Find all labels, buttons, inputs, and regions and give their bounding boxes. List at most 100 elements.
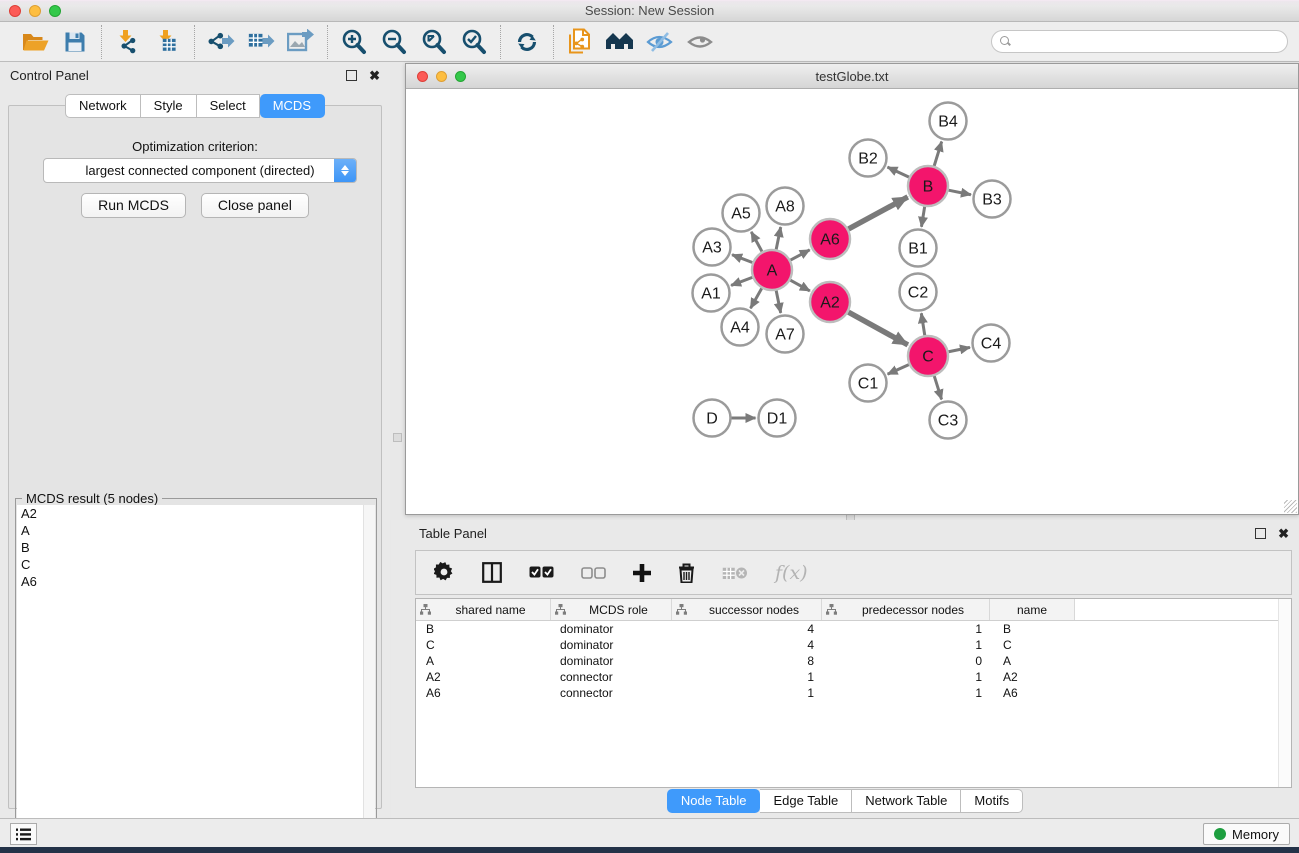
delete-column-button[interactable]: [678, 563, 695, 583]
cell-predecessor-nodes[interactable]: 1: [822, 622, 990, 636]
cell-successor-nodes[interactable]: 4: [672, 622, 822, 636]
cell-predecessor-nodes[interactable]: 1: [822, 638, 990, 652]
node-A7[interactable]: A7: [767, 316, 804, 353]
node-C3[interactable]: C3: [930, 402, 967, 439]
open-session-button[interactable]: [18, 26, 52, 58]
mcds-result-item[interactable]: C: [17, 556, 375, 573]
close-panel-icon[interactable]: ✖: [369, 69, 380, 82]
home-button[interactable]: [603, 26, 637, 58]
cell-MCDS-role[interactable]: dominator: [551, 638, 672, 652]
tab-motifs[interactable]: Motifs: [961, 789, 1023, 813]
edge-A-A3[interactable]: [732, 255, 752, 263]
cell-shared-name[interactable]: B: [416, 622, 551, 636]
memory-button[interactable]: Memory: [1203, 823, 1290, 845]
node-B[interactable]: B: [908, 166, 948, 206]
add-column-button[interactable]: [633, 564, 651, 582]
node-B3[interactable]: B3: [974, 181, 1011, 218]
table-row[interactable]: A6connector11A6: [416, 685, 1291, 701]
run-mcds-button[interactable]: Run MCDS: [81, 193, 186, 218]
tab-select[interactable]: Select: [197, 94, 260, 118]
network-minimize-button[interactable]: [436, 71, 447, 82]
cell-name[interactable]: A2: [990, 670, 1075, 684]
node-A5[interactable]: A5: [723, 195, 760, 232]
clone-network-button[interactable]: [563, 26, 597, 58]
edge-A-A4[interactable]: [751, 288, 762, 308]
cell-name[interactable]: A6: [990, 686, 1075, 700]
network-window-titlebar[interactable]: testGlobe.txt: [406, 64, 1298, 89]
edge-A-A1[interactable]: [731, 277, 752, 285]
cell-MCDS-role[interactable]: dominator: [551, 622, 672, 636]
network-close-button[interactable]: [417, 71, 428, 82]
edge-B-B2[interactable]: [887, 167, 908, 177]
table-row[interactable]: Adominator80A: [416, 653, 1291, 669]
edge-B-B3[interactable]: [949, 190, 971, 195]
node-D[interactable]: D: [694, 400, 731, 437]
edge-A2-C[interactable]: [848, 312, 907, 345]
select-all-button[interactable]: [529, 566, 554, 579]
zoom-in-button[interactable]: [337, 26, 371, 58]
import-network-button[interactable]: [111, 26, 145, 58]
edge-A-A6[interactable]: [791, 250, 810, 260]
tab-node-table[interactable]: Node Table: [667, 789, 761, 813]
cell-successor-nodes[interactable]: 1: [672, 686, 822, 700]
node-C1[interactable]: C1: [850, 365, 887, 402]
zoom-fit-button[interactable]: [417, 26, 451, 58]
edge-C-C3[interactable]: [934, 376, 941, 399]
column-header-successor-nodes[interactable]: successor nodes: [672, 599, 822, 620]
close-window-button[interactable]: [9, 5, 21, 17]
edge-C-C4[interactable]: [949, 347, 970, 351]
hide-selected-button[interactable]: [643, 26, 677, 58]
mcds-result-item[interactable]: A: [17, 522, 375, 539]
task-history-button[interactable]: [10, 823, 37, 845]
zoom-out-button[interactable]: [377, 26, 411, 58]
edge-C-C2[interactable]: [921, 313, 924, 335]
vertical-split-handle[interactable]: [393, 433, 402, 442]
export-network-button[interactable]: [204, 26, 238, 58]
float-panel-icon[interactable]: [346, 70, 357, 81]
cell-shared-name[interactable]: C: [416, 638, 551, 652]
tab-style[interactable]: Style: [141, 94, 197, 118]
cell-predecessor-nodes[interactable]: 0: [822, 654, 990, 668]
edge-A-A2[interactable]: [790, 280, 809, 291]
cell-name[interactable]: B: [990, 622, 1075, 636]
edge-B-B4[interactable]: [934, 142, 942, 166]
node-B2[interactable]: B2: [850, 140, 887, 177]
search-field[interactable]: [991, 30, 1288, 53]
edge-A6-B[interactable]: [848, 197, 907, 229]
edge-B-B1[interactable]: [921, 207, 924, 227]
node-A3[interactable]: A3: [694, 229, 731, 266]
search-input[interactable]: [1016, 35, 1279, 49]
column-header-name[interactable]: name: [990, 599, 1075, 620]
node-B4[interactable]: B4: [930, 103, 967, 140]
refresh-button[interactable]: [510, 26, 544, 58]
table-float-panel-icon[interactable]: [1255, 528, 1266, 539]
table-row[interactable]: Cdominator41C: [416, 637, 1291, 653]
table-row[interactable]: Bdominator41B: [416, 621, 1291, 637]
cell-successor-nodes[interactable]: 1: [672, 670, 822, 684]
node-A1[interactable]: A1: [693, 275, 730, 312]
edge-A-A8[interactable]: [776, 227, 781, 249]
cell-name[interactable]: C: [990, 638, 1075, 652]
table-scrollbar[interactable]: [1278, 599, 1291, 787]
cell-predecessor-nodes[interactable]: 1: [822, 686, 990, 700]
edge-A-A5[interactable]: [751, 232, 762, 252]
cell-shared-name[interactable]: A2: [416, 670, 551, 684]
attribute-settings-button[interactable]: [434, 562, 455, 583]
tab-mcds[interactable]: MCDS: [260, 94, 325, 118]
tab-network-table[interactable]: Network Table: [852, 789, 961, 813]
import-table-button[interactable]: [151, 26, 185, 58]
minimize-window-button[interactable]: [29, 5, 41, 17]
zoom-selected-button[interactable]: [457, 26, 491, 58]
panel-layout-button[interactable]: [482, 562, 502, 583]
export-table-button[interactable]: [244, 26, 278, 58]
node-A2[interactable]: A2: [810, 282, 850, 322]
node-A[interactable]: A: [752, 250, 792, 290]
node-A6[interactable]: A6: [810, 219, 850, 259]
tab-edge-table[interactable]: Edge Table: [760, 789, 852, 813]
node-A8[interactable]: A8: [767, 188, 804, 225]
cell-MCDS-role[interactable]: dominator: [551, 654, 672, 668]
cell-MCDS-role[interactable]: connector: [551, 670, 672, 684]
show-all-button[interactable]: [683, 26, 717, 58]
network-maximize-button[interactable]: [455, 71, 466, 82]
column-header-MCDS-role[interactable]: MCDS role: [551, 599, 672, 620]
